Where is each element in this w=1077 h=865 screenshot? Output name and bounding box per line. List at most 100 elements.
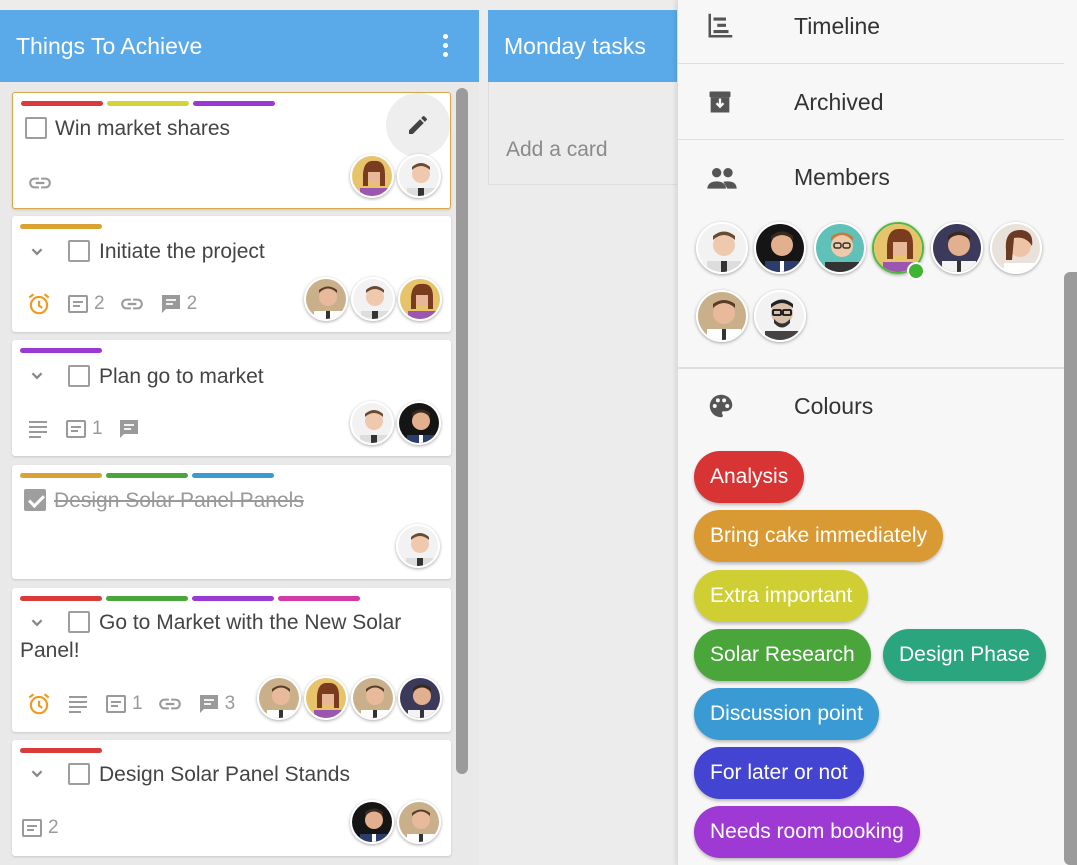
avatar[interactable] bbox=[397, 154, 441, 198]
card-win-market-shares[interactable]: Win market shares bbox=[12, 92, 451, 209]
list-scrollbar[interactable] bbox=[456, 88, 468, 774]
comment-icon: 3 bbox=[197, 692, 235, 716]
avatar[interactable] bbox=[350, 401, 394, 445]
add-card-button[interactable]: Add a card bbox=[506, 138, 608, 162]
colour-chip-extra-important[interactable]: Extra important bbox=[694, 570, 869, 622]
avatar[interactable] bbox=[350, 154, 394, 198]
member-avatar[interactable] bbox=[696, 290, 748, 342]
card-title: Initiate the project bbox=[99, 240, 265, 263]
palette-icon bbox=[709, 394, 733, 418]
edit-button[interactable] bbox=[386, 93, 450, 157]
member-avatar[interactable] bbox=[931, 222, 983, 274]
card-avatars bbox=[350, 154, 441, 198]
list-header[interactable]: Things To Achieve bbox=[0, 10, 479, 82]
member-avatar[interactable] bbox=[814, 222, 866, 274]
comment-icon bbox=[117, 417, 141, 441]
card-title-line2: Panel! bbox=[20, 639, 80, 662]
online-status-dot bbox=[907, 262, 925, 280]
more-vert-icon[interactable] bbox=[443, 34, 449, 57]
avatar[interactable] bbox=[350, 800, 394, 844]
card-checkbox[interactable] bbox=[68, 611, 90, 633]
menu-label: Timeline bbox=[794, 13, 881, 39]
member-avatar[interactable] bbox=[990, 222, 1042, 274]
card-meta: 1 3 bbox=[26, 691, 249, 717]
card-checkbox-checked[interactable] bbox=[24, 489, 46, 511]
card-title: Plan go to market bbox=[99, 365, 264, 388]
avatar[interactable] bbox=[304, 676, 348, 720]
card-title-line1: Go to Market with the New Solar bbox=[99, 611, 402, 634]
link-icon bbox=[119, 291, 145, 317]
list-title[interactable]: Things To Achieve bbox=[16, 33, 202, 60]
card-avatars bbox=[350, 800, 441, 844]
link-icon bbox=[27, 170, 53, 196]
card-meta: 1 bbox=[26, 417, 155, 441]
member-avatar[interactable] bbox=[696, 222, 748, 274]
avatar[interactable] bbox=[397, 800, 441, 844]
card-plan-go-to-market[interactable]: Plan go to market 1 bbox=[12, 340, 451, 456]
avatar[interactable] bbox=[304, 277, 348, 321]
card-labels bbox=[20, 748, 102, 753]
comment-icon: 2 bbox=[159, 292, 197, 316]
list-title[interactable]: Monday tasks bbox=[504, 33, 646, 60]
avatar[interactable] bbox=[397, 401, 441, 445]
avatar[interactable] bbox=[351, 676, 395, 720]
alarm-icon bbox=[26, 691, 52, 717]
card-checkbox[interactable] bbox=[68, 240, 90, 262]
alarm-icon bbox=[26, 291, 52, 317]
avatar[interactable] bbox=[398, 676, 442, 720]
avatar[interactable] bbox=[257, 676, 301, 720]
colour-chip-needs-room-booking[interactable]: Needs room booking bbox=[694, 806, 920, 858]
colour-chip-discussion-point[interactable]: Discussion point bbox=[694, 688, 879, 740]
colour-chip-for-later[interactable]: For later or not bbox=[694, 747, 864, 799]
card-labels bbox=[20, 473, 274, 478]
menu-label: Archived bbox=[794, 89, 884, 115]
chevron-down-icon[interactable] bbox=[26, 612, 48, 634]
card-design-solar-panel-panels[interactable]: Design Solar Panel Panels bbox=[12, 465, 451, 579]
description-icon bbox=[26, 417, 50, 441]
card-checkbox[interactable] bbox=[25, 117, 47, 139]
panel-scrollbar[interactable] bbox=[1064, 272, 1077, 865]
pencil-icon bbox=[409, 115, 428, 134]
card-initiate-the-project[interactable]: Initiate the project 2 2 bbox=[12, 216, 451, 332]
timeline-icon bbox=[708, 13, 733, 38]
chevron-down-icon[interactable] bbox=[26, 241, 48, 263]
card-labels bbox=[21, 101, 275, 106]
colour-chip-bring-cake[interactable]: Bring cake immediately bbox=[694, 510, 944, 562]
card-labels bbox=[20, 596, 360, 601]
checklist-icon: 2 bbox=[20, 816, 59, 840]
card-avatars bbox=[257, 676, 442, 720]
description-icon bbox=[66, 692, 90, 716]
card-title: Design Solar Panel Stands bbox=[99, 763, 350, 786]
colour-chip-solar-research[interactable]: Solar Research bbox=[694, 629, 871, 681]
card-avatars bbox=[304, 277, 442, 321]
archive-icon bbox=[709, 91, 731, 113]
card-meta: 2 2 bbox=[26, 291, 211, 317]
avatar[interactable] bbox=[351, 277, 395, 321]
card-go-to-market-new-solar-panel[interactable]: Go to Market with the New Solar Panel! 1… bbox=[12, 588, 451, 732]
card-meta bbox=[27, 170, 67, 196]
member-avatar[interactable] bbox=[754, 290, 806, 342]
checklist-icon: 1 bbox=[64, 417, 103, 441]
avatar[interactable] bbox=[396, 524, 440, 568]
chevron-down-icon[interactable] bbox=[26, 763, 48, 785]
card-labels bbox=[20, 348, 102, 353]
avatar[interactable] bbox=[398, 277, 442, 321]
card-checkbox[interactable] bbox=[68, 763, 90, 785]
chevron-down-icon[interactable] bbox=[26, 365, 48, 387]
card-avatars bbox=[396, 524, 440, 568]
card-labels bbox=[20, 224, 102, 229]
card-checkbox[interactable] bbox=[68, 365, 90, 387]
checklist-icon: 2 bbox=[66, 292, 105, 316]
member-avatar[interactable] bbox=[754, 222, 806, 274]
card-design-solar-panel-stands[interactable]: Design Solar Panel Stands 2 bbox=[12, 740, 451, 856]
list-header[interactable]: Monday tasks bbox=[488, 10, 678, 82]
people-icon bbox=[707, 168, 737, 189]
card-title: Win market shares bbox=[55, 117, 231, 140]
menu-item-archived[interactable]: Archived bbox=[678, 64, 1064, 140]
card-title: Design Solar Panel Panels bbox=[54, 489, 304, 512]
colour-chip-analysis[interactable]: Analysis bbox=[694, 451, 805, 503]
card-avatars bbox=[350, 401, 441, 445]
menu-label: Members bbox=[794, 164, 890, 190]
menu-item-timeline[interactable]: Timeline bbox=[678, 0, 1064, 64]
colour-chip-design-phase[interactable]: Design Phase bbox=[883, 629, 1046, 681]
